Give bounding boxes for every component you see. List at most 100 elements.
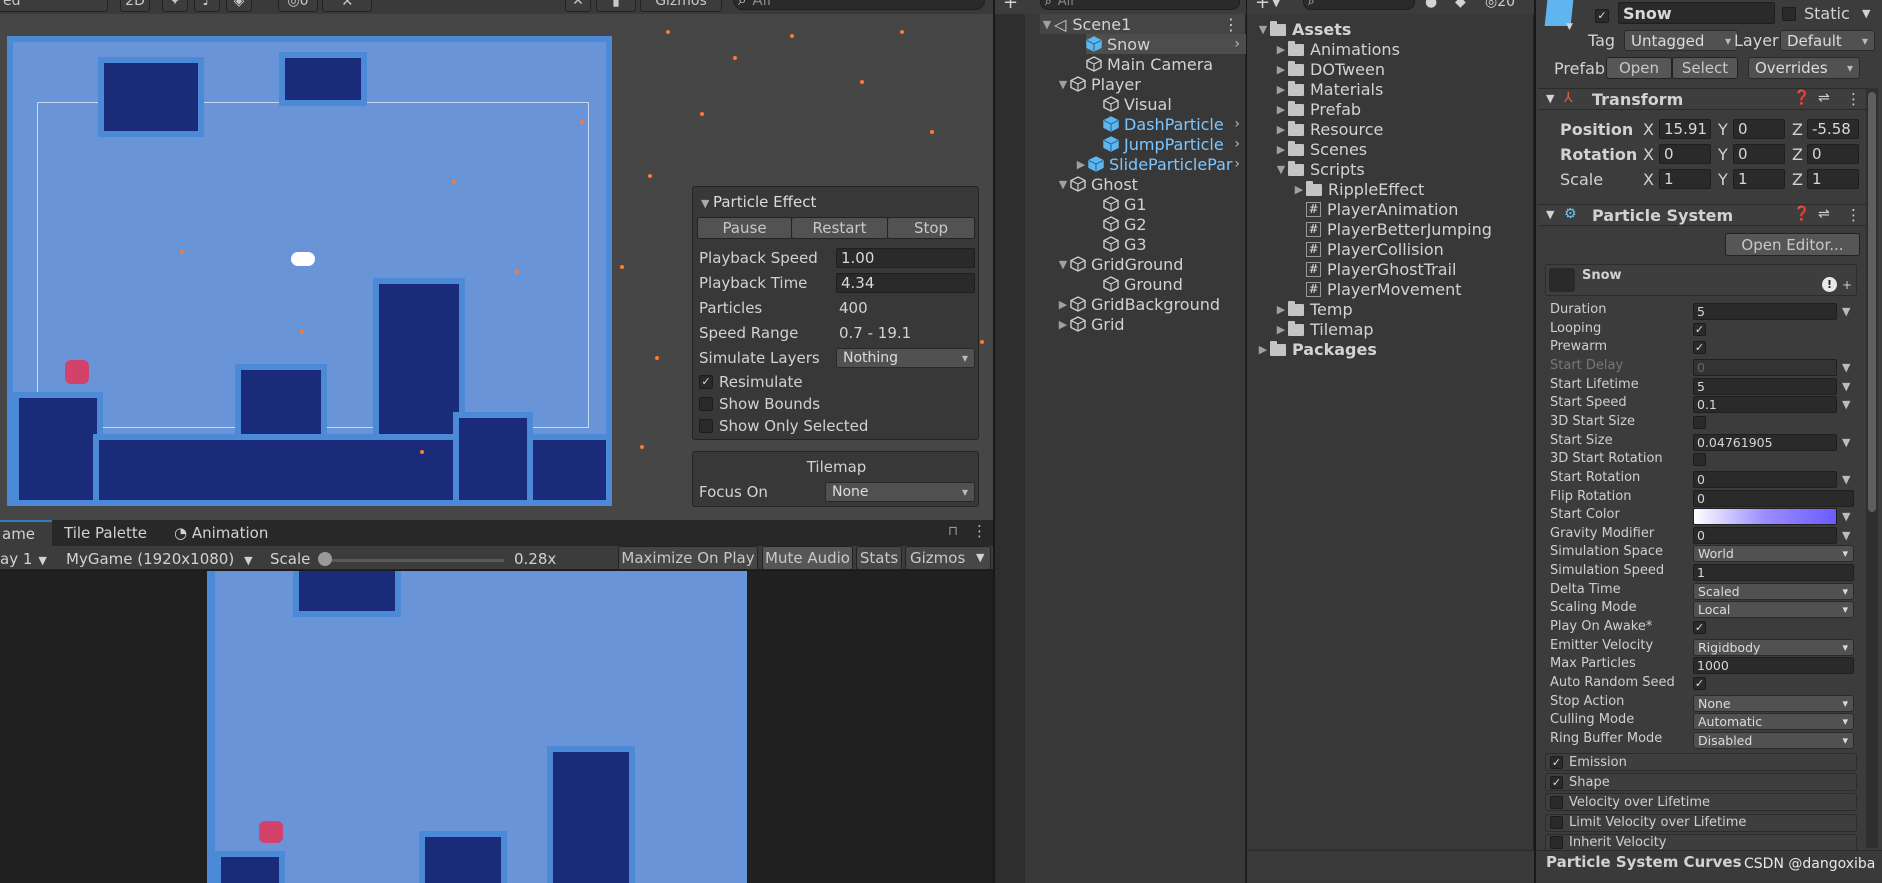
ps-field-checkbox[interactable] <box>1693 415 1706 429</box>
ps-field-checkbox[interactable] <box>1693 453 1706 467</box>
project-item[interactable]: ▶ Materials <box>1274 79 1384 99</box>
layer-dropdown[interactable]: Default <box>1780 30 1875 51</box>
curve-mode-dropdown-icon[interactable]: ▼ <box>1842 398 1850 411</box>
project-item[interactable]: ▶ RippleEffect <box>1292 179 1424 199</box>
hierarchy-item[interactable]: Visual <box>1103 94 1246 114</box>
rotation-z-field[interactable]: 0 <box>1807 144 1859 164</box>
scene-canvas[interactable] <box>7 36 612 506</box>
expand-arrow-icon[interactable]: ▶ <box>1274 43 1288 56</box>
more-menu-icon[interactable]: ⋮ <box>1223 15 1239 34</box>
scale-x-field[interactable]: 1 <box>1659 169 1711 189</box>
expand-arrow-icon[interactable]: ▼ <box>1056 178 1070 191</box>
project-item[interactable]: # PlayerBetterJumping <box>1306 219 1492 239</box>
tag-dropdown[interactable]: Untagged <box>1624 30 1738 51</box>
expand-arrow-icon[interactable]: ▶ <box>1274 303 1288 316</box>
playback-time-field[interactable]: 4.34 <box>836 273 975 293</box>
ps-field-checkbox[interactable]: ✓ <box>1693 341 1706 355</box>
display-dropdown[interactable]: ay 1 ▼ <box>0 550 47 568</box>
resimulate-toggle[interactable]: ✓ Resimulate <box>699 373 803 391</box>
show-bounds-toggle[interactable]: Show Bounds <box>699 395 820 413</box>
expand-arrow-icon[interactable]: ▼ <box>1546 92 1554 105</box>
show-only-selected-toggle[interactable]: Show Only Selected <box>699 417 868 435</box>
chevron-down-icon[interactable]: ▼ <box>1272 0 1280 9</box>
hierarchy-item[interactable]: ▶ GridBackground <box>1056 294 1246 314</box>
scrollbar-thumb[interactable] <box>1868 92 1876 512</box>
show-bounds-checkbox[interactable] <box>699 397 713 411</box>
project-item[interactable]: ▶ Prefab <box>1274 99 1361 119</box>
project-item[interactable]: # PlayerMovement <box>1306 279 1462 299</box>
lighting-toggle[interactable]: ✦ <box>162 0 188 12</box>
curve-mode-dropdown-icon[interactable]: ▼ <box>1842 473 1850 486</box>
help-icon[interactable]: ❓ <box>1793 90 1810 106</box>
more-menu-icon[interactable]: ⋮ <box>1846 90 1861 108</box>
hierarchy-item[interactable]: G2 <box>1103 214 1246 234</box>
expand-arrow-icon[interactable]: ▼ <box>1040 18 1054 31</box>
camera-settings[interactable]: ▮ <box>596 0 636 12</box>
rotation-x-field[interactable]: 0 <box>1659 144 1711 164</box>
module-enabled-checkbox[interactable] <box>1550 816 1563 830</box>
game-canvas[interactable] <box>207 571 747 883</box>
maximize-on-play-toggle[interactable]: Maximize On Play <box>618 546 758 570</box>
hierarchy-item[interactable]: Main Camera <box>1086 54 1246 74</box>
hierarchy-item[interactable]: ▶ Grid <box>1056 314 1246 334</box>
position-z-field[interactable]: -5.58 <box>1807 119 1859 139</box>
presets-icon[interactable]: ⇌ <box>1818 90 1830 106</box>
project-item[interactable]: # PlayerGhostTrail <box>1306 259 1456 279</box>
more-menu-icon[interactable]: ⋮ <box>1846 206 1861 224</box>
mute-audio-toggle[interactable]: Mute Audio <box>762 546 853 570</box>
expand-arrow-icon[interactable]: ▶ <box>1056 318 1070 331</box>
hierarchy-item[interactable]: ▶ SlideParticlePar › <box>1074 154 1246 174</box>
add-object-button[interactable]: + <box>1003 0 1018 13</box>
expand-arrow-icon[interactable]: ▶ <box>1292 183 1306 196</box>
more-menu-icon[interactable]: ⋮ <box>972 522 987 540</box>
chevron-right-icon[interactable]: › <box>1234 156 1240 172</box>
stop-button[interactable]: Stop <box>887 217 975 239</box>
ps-field-dropdown[interactable]: World <box>1693 545 1854 563</box>
expand-arrow-icon[interactable]: ▶ <box>1274 143 1288 156</box>
scale-slider-track[interactable] <box>324 559 504 562</box>
ps-module-header[interactable]: ✓ Shape <box>1545 773 1857 792</box>
focus-on-dropdown[interactable]: None <box>825 482 975 502</box>
expand-arrow-icon[interactable]: ▼ <box>1056 258 1070 271</box>
project-item[interactable]: ▶ Tilemap <box>1274 319 1374 339</box>
audio-toggle[interactable]: ♪ <box>194 0 220 12</box>
project-item[interactable]: ▶ Resource <box>1274 119 1384 139</box>
scene-gizmos-dropdown[interactable]: Gizmos <box>640 0 722 12</box>
ps-field-checkbox[interactable]: ✓ <box>1693 677 1706 690</box>
effects-toggle[interactable]: ◈ <box>226 0 252 12</box>
collapse-icon[interactable]: ▼ <box>701 197 713 210</box>
active-checkbox[interactable]: ✓ <box>1595 4 1609 23</box>
hierarchy-item[interactable]: ▼ Ghost <box>1056 174 1246 194</box>
search-by-type-icon[interactable]: ● <box>1425 0 1437 10</box>
project-item[interactable]: ▼ Assets <box>1256 19 1352 39</box>
hidden-packages-toggle[interactable]: ◎20 <box>1485 0 1515 10</box>
chevron-right-icon[interactable]: › <box>1234 116 1240 132</box>
project-item[interactable]: ▶ Animations <box>1274 39 1400 59</box>
scene-search-input[interactable]: ⌕ All <box>733 0 985 10</box>
curve-mode-dropdown-icon[interactable]: ▼ <box>1842 380 1850 393</box>
playback-speed-field[interactable]: 1.00 <box>836 248 975 268</box>
curve-mode-dropdown-icon[interactable]: ▼ <box>1842 529 1850 542</box>
simulate-layers-dropdown[interactable]: Nothing <box>836 348 975 368</box>
hierarchy-search-input[interactable]: ⌕ All <box>1040 0 1240 10</box>
create-asset-button[interactable]: + <box>1255 0 1270 13</box>
curve-mode-dropdown-icon[interactable]: ▼ <box>1842 305 1850 318</box>
ps-field-value[interactable]: 0 <box>1693 470 1837 488</box>
hierarchy-item[interactable]: G1 <box>1103 194 1246 214</box>
pause-button[interactable]: Pause <box>697 217 792 239</box>
start-color-swatch[interactable] <box>1693 508 1837 526</box>
resolution-dropdown[interactable]: MyGame (1920x1080) ▼ <box>66 550 253 568</box>
static-toggle[interactable]: Static <box>1782 4 1850 23</box>
ps-field-value[interactable]: 1000 <box>1693 657 1854 675</box>
hierarchy-item[interactable]: JumpParticle › <box>1103 134 1246 154</box>
expand-arrow-icon[interactable]: ▶ <box>1056 298 1070 311</box>
project-item[interactable]: ▼ Scripts <box>1274 159 1365 179</box>
static-checkbox[interactable] <box>1782 6 1796 21</box>
project-item[interactable]: # PlayerCollision <box>1306 239 1444 259</box>
ps-field-value[interactable]: 0 <box>1693 489 1854 507</box>
prefab-open-button[interactable]: Open <box>1606 57 1672 79</box>
restart-button[interactable]: Restart <box>791 217 888 239</box>
position-y-field[interactable]: 0 <box>1733 119 1785 139</box>
ps-field-dropdown[interactable]: Automatic <box>1693 713 1854 731</box>
expand-arrow-icon[interactable]: ▶ <box>1274 83 1288 96</box>
